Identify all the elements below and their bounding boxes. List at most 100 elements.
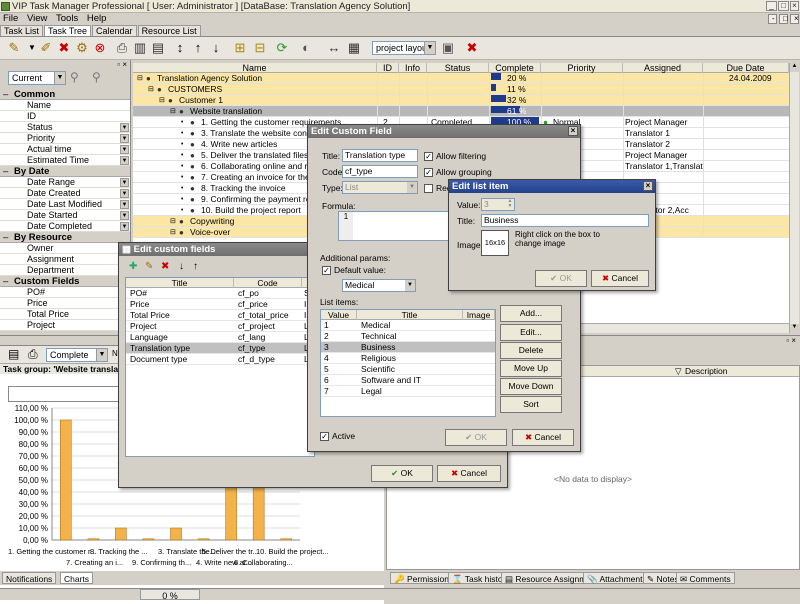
col-value-header[interactable]: Value — [321, 310, 357, 320]
chevron-down-icon[interactable]: ▼ — [120, 123, 129, 132]
export-icon[interactable]: ▤ — [150, 40, 166, 56]
filter-row[interactable]: Status ▼ — [0, 122, 130, 133]
col-duedate-header[interactable]: Due Date — [703, 63, 789, 73]
chevron-down-icon[interactable]: ▼ — [120, 189, 129, 198]
custom-field-row[interactable]: Pricecf_priceIn — [126, 299, 314, 310]
funnel-icon[interactable]: ⚲ — [70, 70, 79, 84]
custom-field-row[interactable]: Projectcf_projectLis — [126, 321, 314, 332]
print-icon[interactable]: ⎙ — [114, 40, 130, 56]
default-value-select[interactable]: Medical ▼ — [342, 279, 416, 292]
panel-pin-icon[interactable]: ▫ × — [786, 336, 796, 345]
expand-tree-icon[interactable]: ⊞ — [232, 40, 248, 56]
expand-toggle-icon[interactable]: ⊟ — [137, 73, 143, 84]
expand-toggle-icon[interactable]: ⊟ — [170, 216, 176, 227]
filter-row[interactable]: Project▼ — [0, 320, 130, 331]
delete-task-icon[interactable]: ✖ — [56, 40, 72, 56]
chevron-down-icon[interactable]: ▼ — [120, 156, 129, 165]
filter-row[interactable]: Assignment▼ — [0, 254, 130, 265]
tab-task-list[interactable]: Task List — [0, 25, 44, 36]
new-task-icon[interactable]: ✎ — [6, 40, 22, 56]
expand-toggle-icon[interactable]: ⊟ — [159, 95, 165, 106]
active-checkbox[interactable]: ✓ — [320, 432, 329, 441]
filter-row[interactable]: Actual time ▼ — [0, 144, 130, 155]
filter-row[interactable]: Name — [0, 100, 130, 111]
cancel-task-icon[interactable]: ⊗ — [92, 40, 108, 56]
save-layout-icon[interactable]: ▣ — [440, 40, 456, 56]
close-icon[interactable]: × — [643, 181, 653, 191]
custom-field-row[interactable]: PO#cf_poSt — [126, 288, 314, 299]
filter-row[interactable]: Owner▼ — [0, 243, 130, 254]
list-item-row[interactable]: 7 Legal — [321, 386, 495, 397]
expand-toggle-icon[interactable]: ⊟ — [170, 106, 176, 117]
field-cancel-button[interactable]: ✖ Cancel — [512, 429, 574, 446]
layout-select[interactable]: project layout ▼ — [372, 41, 436, 55]
chevron-down-icon[interactable]: ▼ — [120, 222, 129, 231]
col-description-header[interactable]: Description — [685, 366, 728, 377]
expand-toggle-icon[interactable]: ⊟ — [170, 227, 176, 238]
minimize-button[interactable]: _ — [766, 1, 777, 11]
fields-cancel-button[interactable]: ✖ Cancel — [437, 465, 501, 482]
collapse-tree-icon[interactable]: ⊟ — [252, 40, 268, 56]
list-item-row[interactable]: 2 Technical — [321, 331, 495, 342]
panel-pin-icon[interactable]: ▫ × — [117, 60, 127, 69]
menu-view[interactable]: View — [24, 13, 50, 24]
filter-row[interactable]: Priority ▼ — [0, 133, 130, 144]
col-priority-header[interactable]: Priority — [541, 63, 623, 73]
print-chart-icon[interactable]: ⎙ — [28, 347, 38, 362]
filter-group-header[interactable]: Common — [0, 89, 130, 100]
menu-file[interactable]: File — [0, 13, 21, 24]
tab-task-tree[interactable]: Task Tree — [44, 25, 92, 36]
custom-field-row[interactable]: Document typecf_d_typeLis — [126, 354, 314, 365]
col-title-header[interactable]: Title — [357, 310, 463, 320]
chart-type-icon[interactable]: ▤ — [8, 347, 19, 361]
filter-icon[interactable]: ◐ — [298, 40, 314, 56]
filter-row[interactable]: Date Created ▼ — [0, 188, 130, 199]
col-complete-header[interactable]: Complete — [489, 63, 541, 73]
move-updown-icon[interactable]: ↕ — [172, 40, 188, 56]
filter-row[interactable]: Date Range ▼ — [0, 177, 130, 188]
maximize-button[interactable]: □ — [778, 1, 789, 11]
filter-row[interactable]: Price▼ — [0, 298, 130, 309]
task-properties-icon[interactable]: ⚙ — [74, 40, 90, 56]
view-select[interactable]: Current ▼ — [8, 71, 66, 85]
sort-button[interactable]: Sort — [500, 396, 562, 413]
add-field-icon[interactable]: ✚ — [129, 261, 137, 272]
col-id-header[interactable]: ID — [377, 63, 399, 73]
edit-item-button[interactable]: Edit... — [500, 324, 562, 341]
filter-row[interactable]: Date Started ▼ — [0, 210, 130, 221]
filter-group-header[interactable]: By Date — [0, 166, 130, 177]
chevron-down-icon[interactable]: ▼ — [120, 145, 129, 154]
custom-field-row[interactable]: Total Pricecf_total_priceIn — [126, 310, 314, 321]
move-field-up-icon[interactable]: ↑ — [193, 261, 198, 272]
fit-width-icon[interactable]: ↔ — [326, 40, 342, 56]
required-checkbox[interactable] — [424, 184, 433, 193]
tab-attachments[interactable]: 📎 Attachments — [583, 572, 651, 584]
task-row[interactable]: ⊟ ● CUSTOMERS 11 % — [133, 84, 789, 95]
item-ok-button[interactable]: ✔ OK — [535, 270, 587, 287]
field-title-input[interactable]: Translation type — [342, 149, 418, 162]
chevron-down-icon[interactable]: ▼ — [120, 211, 129, 220]
layout-options-icon[interactable]: ▦ — [346, 40, 362, 56]
edit-task-icon[interactable]: ✐ — [38, 40, 54, 56]
chevron-down-icon[interactable]: ▼ — [120, 134, 129, 143]
list-item-row[interactable]: 6 Software and IT — [321, 375, 495, 386]
col-status-header[interactable]: Status — [427, 63, 489, 73]
expand-toggle-icon[interactable]: ⊟ — [148, 84, 154, 95]
clear-filter-icon[interactable]: ⚲ — [92, 70, 101, 84]
close-icon[interactable]: × — [568, 126, 578, 136]
tab-resource-list[interactable]: Resource List — [137, 25, 201, 36]
menu-tools[interactable]: Tools — [53, 13, 81, 24]
spinner-arrows-icon[interactable]: ▲ ▼ — [506, 199, 514, 210]
close-window-button[interactable]: × — [790, 1, 799, 11]
move-up-button[interactable]: Move Up — [500, 360, 562, 377]
grid-vertical-scrollbar[interactable]: ▲ ▼ — [789, 63, 799, 333]
filter-row[interactable]: Date Completed ▼ — [0, 221, 130, 232]
task-row[interactable]: ⊟ ● Customer 1 32 % — [133, 95, 789, 106]
mdi-close-button[interactable]: × — [790, 14, 799, 24]
value-spinner[interactable]: 3 ▲ ▼ — [481, 198, 515, 211]
col-assigned-header[interactable]: Assigned — [623, 63, 703, 73]
tab-comments[interactable]: ✉ Comments — [676, 572, 735, 584]
field-ok-button[interactable]: ✔ OK — [445, 429, 507, 446]
col-info-header[interactable]: Info — [399, 63, 427, 73]
tab-calendar[interactable]: Calendar — [92, 25, 137, 36]
